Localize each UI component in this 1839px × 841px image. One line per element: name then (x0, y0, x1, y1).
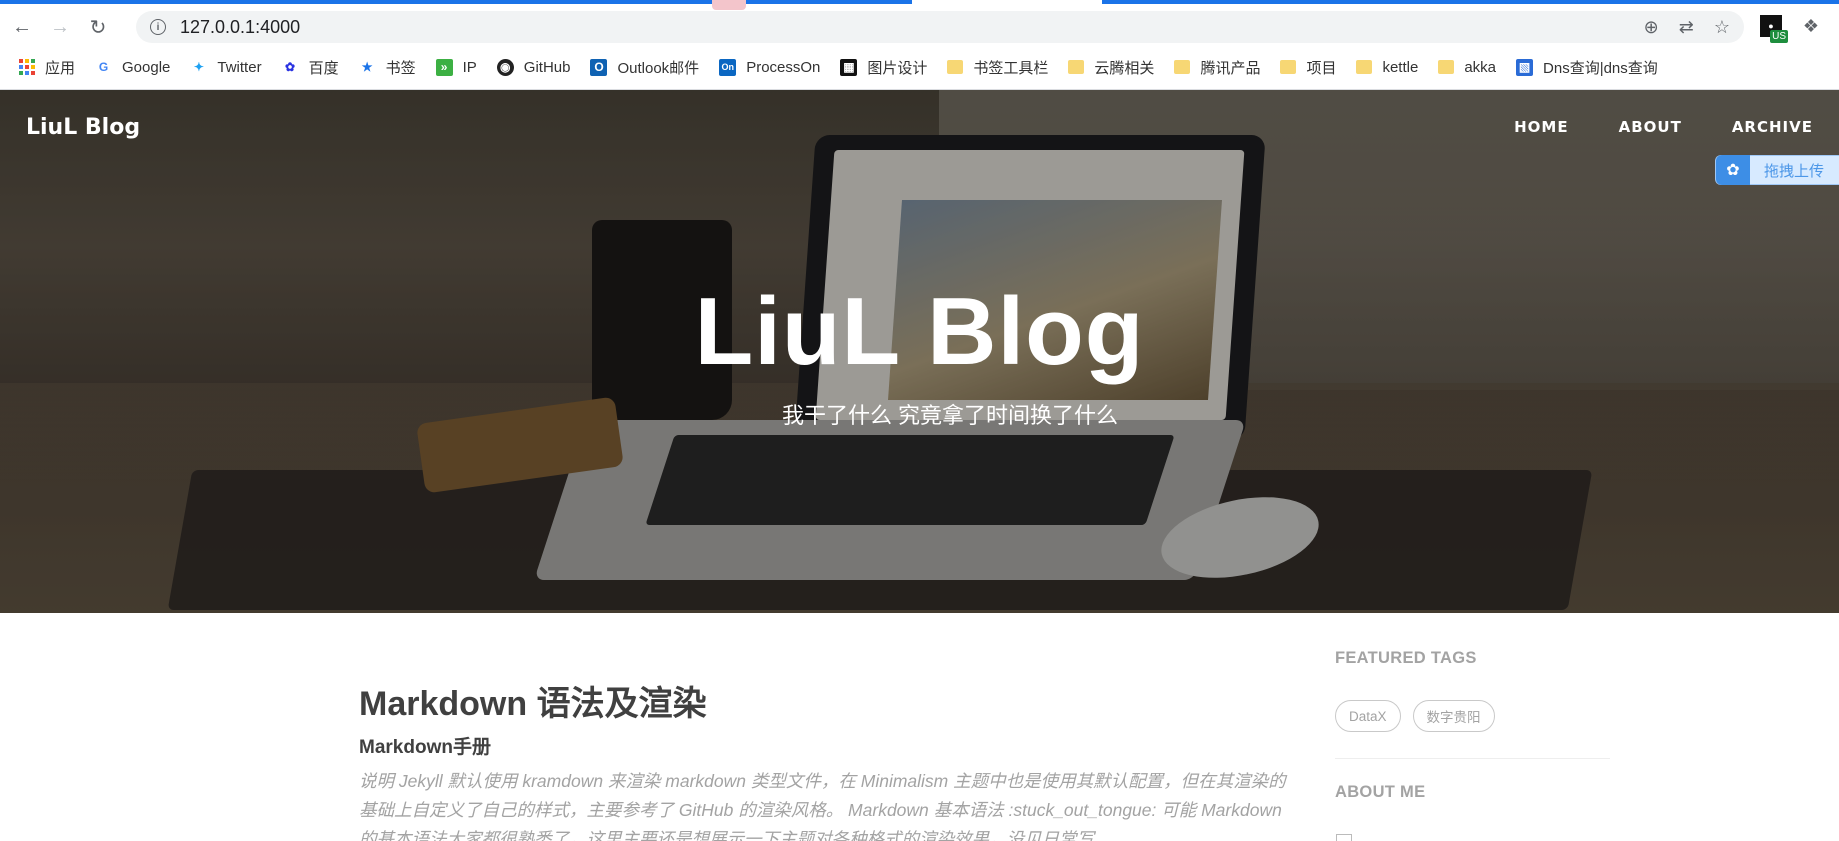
drag-upload-widget[interactable]: ✿ 拖拽上传 (1715, 155, 1839, 185)
bookmark-google[interactable]: G Google (95, 58, 171, 76)
extension-badge: US (1770, 30, 1788, 43)
folder-icon (1068, 60, 1085, 74)
bookmark-label: Dns查询|dns查询 (1543, 59, 1658, 77)
drag-upload-label: 拖拽上传 (1764, 162, 1825, 180)
bookmarks-bar: 应用 G Google ✦ Twitter ✿ 百度 ★ 书签 » IP ◉ G… (0, 52, 1839, 82)
twitter-icon: ✦ (193, 60, 204, 74)
bookmark-label: 百度 (308, 59, 339, 77)
bookmark-label: 书签 (385, 59, 416, 77)
bookmark-star-icon[interactable]: ☆ (1714, 17, 1730, 38)
design-icon: ▦ (840, 58, 858, 76)
bookmark-outlook[interactable]: O Outlook邮件 (590, 57, 699, 78)
bookmark-baidu[interactable]: ✿ 百度 (282, 57, 339, 78)
bookmark-github[interactable]: ◉ GitHub (496, 58, 571, 76)
browser-toolbar: ← → ↻ i 127.0.0.1:4000 ⊕ ⇄ ☆ (0, 8, 1839, 46)
post-excerpt[interactable]: 说明 Jekyll 默认使用 kramdown 来渲染 markdown 类型文… (359, 767, 1294, 841)
github-icon: ◉ (496, 58, 514, 76)
bookmark-folder-project[interactable]: 项目 (1280, 57, 1336, 78)
tag-link[interactable]: 数字贵阳 (1412, 700, 1495, 732)
site-nav: HOME ABOUT ARCHIVE (1514, 118, 1839, 136)
bookmark-label: Google (122, 58, 171, 76)
bookmark-folder-akka[interactable]: akka (1438, 59, 1496, 76)
hero-subtitle: 我干了什么 究竟拿了时间换了什么 (781, 403, 1119, 428)
featured-tags-heading: FEATURED TAGS (1335, 649, 1477, 667)
bookmark-folder-tencent[interactable]: 腾讯产品 (1174, 57, 1260, 78)
apps-icon (18, 58, 35, 76)
bookmark-label: 腾讯产品 (1200, 59, 1261, 77)
folder-icon (947, 60, 964, 74)
baidu-icon: ✿ (285, 60, 296, 74)
nav-about-link[interactable]: ABOUT (1619, 118, 1682, 136)
bookmark-dns[interactable]: ▧ Dns查询|dns查询 (1516, 57, 1658, 78)
extensions-puzzle-icon[interactable]: ❖ (1800, 15, 1822, 37)
ip-icon: » (435, 58, 453, 76)
bookmark-folder-yunteng[interactable]: 云腾相关 (1068, 57, 1154, 78)
cloud-upload-icon: ✿ (1716, 155, 1750, 185)
bookmark-label: 云腾相关 (1094, 59, 1155, 77)
bookmark-ip[interactable]: » IP (435, 58, 477, 76)
bookmark-twitter[interactable]: ✦ Twitter (190, 58, 262, 76)
bookmark-label: Twitter (217, 58, 262, 76)
star-icon: ★ (361, 60, 373, 74)
bookmark-label: IP (462, 58, 477, 76)
sidebar-divider (1335, 758, 1610, 759)
extension-icon[interactable]: ● US (1760, 15, 1788, 43)
bookmark-label: 应用 (45, 59, 76, 77)
folder-icon (1174, 60, 1191, 74)
bookmark-folder-toolbar[interactable]: 书签工具栏 (947, 57, 1048, 78)
folder-icon (1280, 60, 1297, 74)
browser-chrome: ← → ↻ i 127.0.0.1:4000 ⊕ ⇄ ☆ ● US ❖ 应用 G … (0, 0, 1839, 90)
tag-link[interactable]: DataX (1335, 700, 1401, 732)
site-brand-link[interactable]: LiuL Blog (26, 115, 140, 140)
folder-icon (1356, 60, 1373, 74)
about-me-heading: ABOUT ME (1335, 783, 1426, 801)
bookmark-folder-kettle[interactable]: kettle (1356, 59, 1418, 76)
bookmark-label: akka (1464, 58, 1497, 76)
post-subtitle[interactable]: Markdown手册 (359, 732, 491, 759)
bookmark-label: GitHub (523, 58, 571, 76)
nav-home-link[interactable]: HOME (1514, 118, 1568, 136)
add-icon[interactable]: ⊕ (1644, 17, 1659, 38)
bookmark-design[interactable]: ▦ 图片设计 (840, 57, 927, 78)
post-title-link[interactable]: Markdown 语法及渲染 (359, 676, 707, 725)
back-arrow-icon[interactable]: ← (6, 11, 38, 43)
dns-icon: ▧ (1516, 58, 1534, 76)
bookmark-label: 书签工具栏 (973, 59, 1049, 77)
bookmark-label: 项目 (1306, 59, 1337, 77)
bookmark-label: 图片设计 (867, 59, 928, 77)
bookmark-apps[interactable]: 应用 (18, 57, 75, 78)
nav-archive-link[interactable]: ARCHIVE (1732, 118, 1813, 136)
processon-icon: On (719, 58, 737, 76)
folder-icon (1438, 60, 1455, 74)
reload-icon[interactable]: ↻ (82, 11, 114, 43)
bookmark-label: kettle (1382, 58, 1419, 76)
tab-strip (0, 0, 1839, 10)
featured-tags: DataX 数字贵阳 (1335, 700, 1495, 732)
hero-header: LiuL Blog HOME ABOUT ARCHIVE ✿ 拖拽上传 LiuL… (0, 90, 1839, 613)
google-icon: G (98, 60, 109, 74)
bookmark-shuqian[interactable]: ★ 书签 (359, 57, 416, 78)
bookmark-label: ProcessOn (746, 58, 821, 76)
translate-icon[interactable]: ⇄ (1679, 17, 1694, 38)
avatar (1336, 834, 1352, 841)
forward-arrow-icon[interactable]: → (44, 11, 76, 43)
outlook-icon: O (590, 58, 608, 76)
address-bar[interactable]: i 127.0.0.1:4000 ⊕ ⇄ ☆ (136, 11, 1744, 43)
site-info-icon[interactable]: i (150, 19, 166, 35)
url-text[interactable]: 127.0.0.1:4000 (180, 17, 300, 38)
bookmark-label: Outlook邮件 (617, 59, 700, 77)
bookmark-processon[interactable]: On ProcessOn (719, 58, 821, 76)
hero-title: LiuL Blog (694, 278, 1145, 385)
